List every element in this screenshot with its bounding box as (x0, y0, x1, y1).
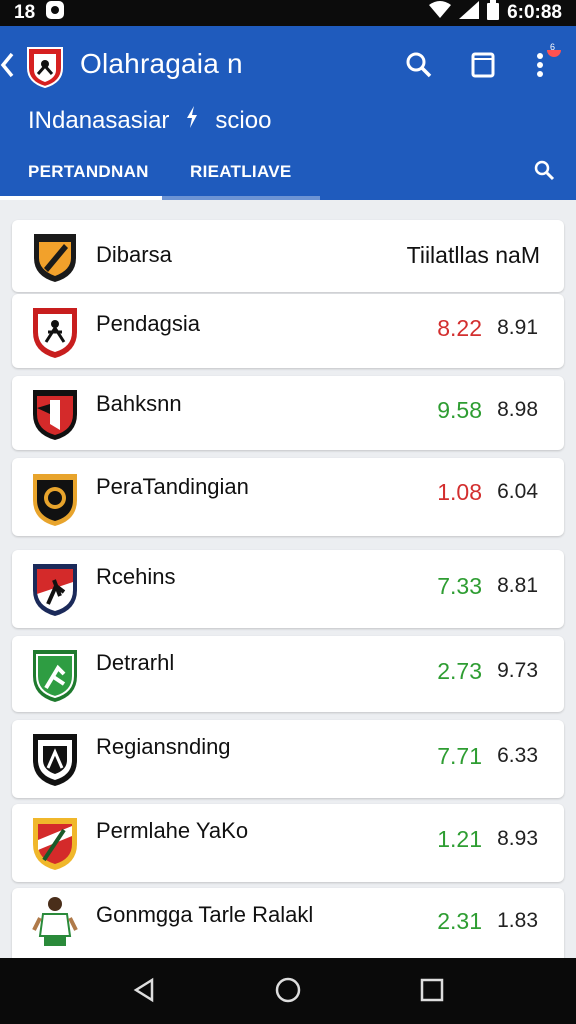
header-right-label: Tiilatllas naM (406, 242, 540, 268)
team-badge-icon (30, 560, 80, 616)
list-item[interactable]: Permlahe YaKo 1.21 8.93 (12, 804, 564, 882)
team-value-change: 2.31 (437, 908, 482, 934)
header-badge-icon (30, 230, 80, 284)
team-badge-icon (30, 384, 80, 440)
app-logo-icon (26, 44, 64, 89)
subtitle-right: scioo (215, 106, 272, 134)
team-badge-icon (30, 646, 80, 702)
team-value: 8.91 (497, 316, 538, 339)
list-item[interactable]: Detrarhl 2.73 9.73 (12, 636, 564, 712)
tab-relative[interactable]: RIEATLIAVE (190, 162, 292, 182)
app-bar: Olahragaia n 6 INdanasasiar scioo PERTAN… (0, 26, 576, 200)
list-header-row[interactable]: Dibarsa Tiilatllas naM (12, 220, 564, 292)
team-value: 6.33 (497, 744, 538, 767)
team-value-change: 7.33 (437, 573, 482, 599)
team-badge-icon (30, 814, 80, 870)
team-value: 6.04 (497, 480, 538, 503)
team-value-change: 2.73 (437, 658, 482, 684)
tablet-icon[interactable] (468, 50, 498, 80)
tab-pertandingan[interactable]: PERTANDNAN (28, 162, 149, 182)
status-bar: 18 6:0:88 (0, 0, 576, 26)
team-name: Pendagsia (96, 311, 200, 336)
nav-home-icon[interactable] (274, 976, 302, 1004)
subtitle: INdanasasiar scioo (28, 106, 271, 135)
signal-icon (459, 1, 480, 25)
nav-back-icon[interactable] (130, 976, 158, 1004)
team-name: Permlahe YaKo (96, 818, 249, 843)
team-value-change: 8.22 (437, 315, 482, 341)
team-value: 1.83 (497, 909, 538, 932)
header-name: Dibarsa (96, 242, 172, 267)
team-value: 9.73 (497, 659, 538, 682)
active-tab-indicator (0, 196, 162, 200)
more-vert-icon[interactable]: 6 (526, 42, 562, 80)
team-name: Rcehins (96, 564, 176, 589)
list-item[interactable]: Pendagsia 8.22 8.91 (12, 294, 564, 368)
team-badge-icon (30, 302, 80, 358)
subtitle-label: INdanasasiar (28, 106, 170, 134)
notification-badge: 6 (550, 42, 556, 52)
tab-track (162, 196, 320, 200)
team-badge-icon (30, 894, 80, 948)
tab-search-icon[interactable] (532, 158, 556, 182)
list-item[interactable]: PeraTandingian 1.08 6.04 (12, 458, 564, 536)
team-value-change: 9.58 (437, 397, 482, 423)
bolt-icon (185, 106, 199, 135)
status-time-left: 18 (14, 2, 36, 23)
list-item[interactable]: Regiansnding 7.71 6.33 (12, 720, 564, 798)
app-notification-icon (45, 0, 65, 26)
tab-bar: PERTANDNAN RIEATLIAVE (0, 154, 576, 200)
status-time-right: 6:0:88 (507, 2, 562, 23)
team-name: Regiansnding (96, 734, 231, 759)
team-value: 8.93 (497, 827, 538, 850)
team-name: Bahksnn (96, 391, 182, 416)
system-nav-bar (0, 958, 576, 1024)
list-item[interactable]: Bahksnn 9.58 8.98 (12, 376, 564, 450)
team-value-change: 7.71 (437, 743, 482, 769)
team-name: PeraTandingian (96, 474, 249, 499)
team-name: Gonmgga Tarle Ralakl (96, 902, 314, 927)
wifi-icon (429, 1, 452, 25)
nav-recents-icon[interactable] (418, 976, 446, 1004)
search-icon[interactable] (404, 50, 434, 80)
list-item[interactable]: Rcehins 7.33 8.81 (12, 550, 564, 628)
team-name: Detrarhl (96, 650, 175, 675)
team-badge-icon (30, 730, 80, 786)
list-item[interactable]: Gonmgga Tarle Ralakl 2.31 1.83 (12, 888, 564, 960)
battery-icon (487, 0, 500, 26)
page-title: Olahragaia n (80, 48, 243, 79)
team-value: 8.81 (497, 574, 538, 597)
team-value: 8.98 (497, 398, 538, 421)
team-badge-icon (30, 470, 80, 526)
team-value-change: 1.21 (437, 826, 482, 852)
team-value-change: 1.08 (437, 479, 482, 505)
back-arrow-icon[interactable] (0, 50, 18, 80)
